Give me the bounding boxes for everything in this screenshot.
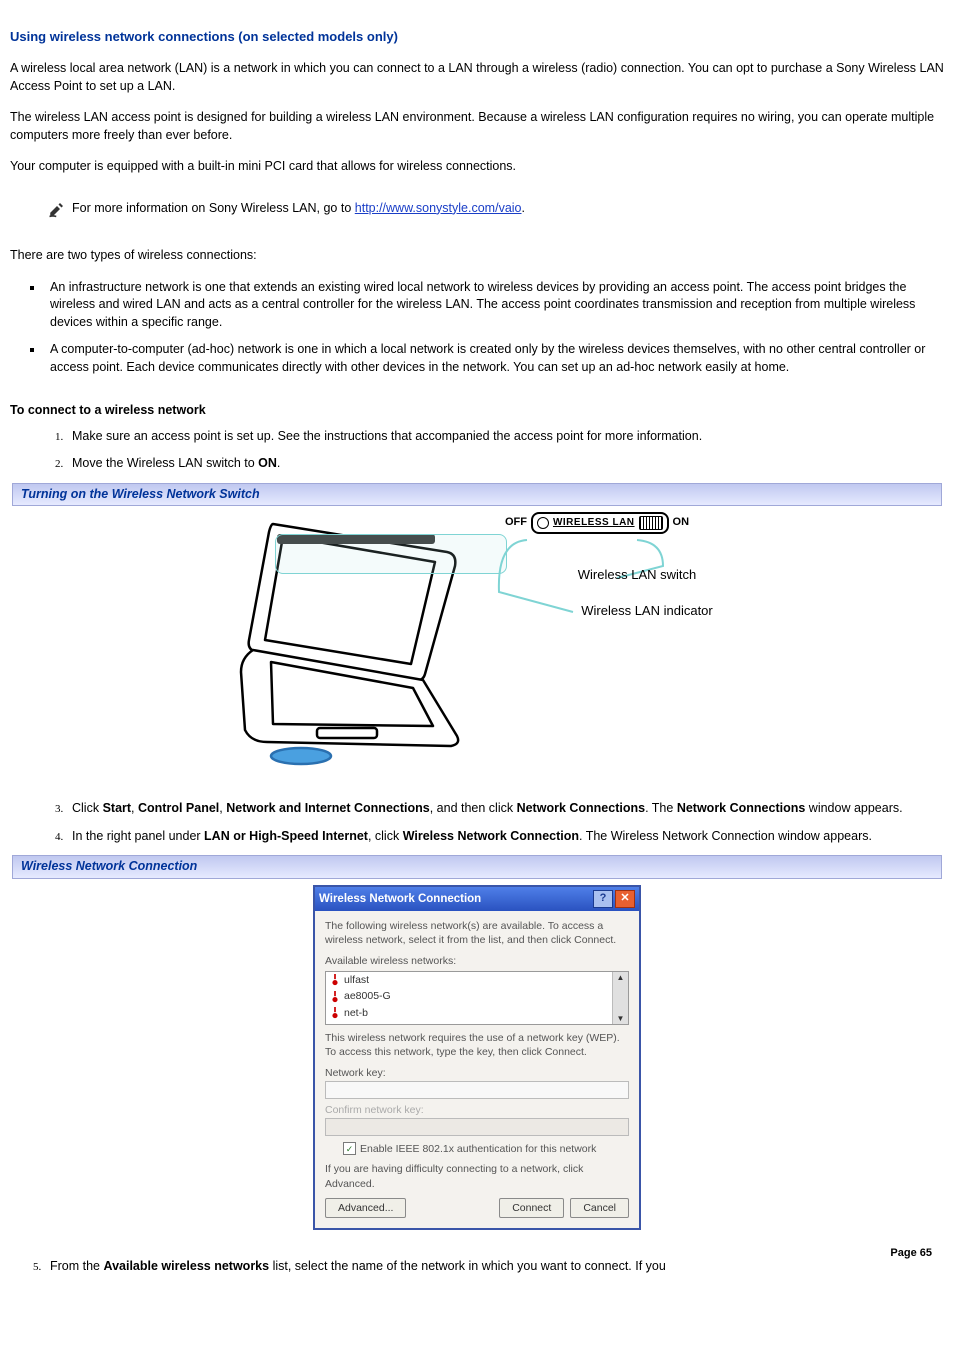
network-row[interactable]: net-b (326, 1005, 628, 1022)
confirm-key-label: Confirm network key: (325, 1103, 629, 1118)
paragraph: The wireless LAN access point is designe… (10, 109, 944, 144)
help-button[interactable]: ? (593, 890, 613, 908)
ieee-checkbox-row[interactable]: ✓ Enable IEEE 802.1x authentication for … (343, 1142, 629, 1157)
scroll-up-icon[interactable]: ▲ (617, 972, 625, 983)
callout-switch-label: Wireless LAN switch (547, 566, 727, 584)
step-list-2: Click Start, Control Panel, Network and … (10, 800, 944, 845)
callout-lines (477, 532, 717, 652)
switch-text: WIRELESS LAN (553, 516, 635, 530)
bullet-list: An infrastructure network is one that ex… (10, 279, 944, 377)
pencil-note-icon (48, 200, 66, 224)
step-item: In the right panel under LAN or High-Spe… (66, 828, 944, 846)
note-link[interactable]: http://www.sonystyle.com/vaio (355, 201, 522, 215)
led-icon (537, 517, 549, 529)
wep-message: This wireless network requires the use o… (325, 1031, 629, 1060)
list-item: A computer-to-computer (ad-hoc) network … (44, 341, 944, 376)
connect-button[interactable]: Connect (499, 1198, 564, 1219)
step-item: From the Available wireless networks lis… (44, 1258, 944, 1276)
wireless-connection-dialog: Wireless Network Connection ? ✕ The foll… (313, 885, 641, 1231)
dialog-titlebar: Wireless Network Connection ? ✕ (315, 887, 639, 911)
note-text: For more information on Sony Wireless LA… (72, 200, 525, 218)
switch-detail: OFF WIRELESS LAN ON (477, 512, 717, 534)
step-item: Move the Wireless LAN switch to ON. (66, 455, 944, 473)
procedure-heading: To connect to a wireless network (10, 402, 944, 420)
page-number: Page 65 (890, 1246, 932, 1261)
wireless-switch: WIRELESS LAN (531, 512, 669, 534)
available-networks-list[interactable]: ulfast ae8005-G net-b ▲▼ (325, 971, 629, 1025)
advanced-button[interactable]: Advanced... (325, 1198, 406, 1219)
paragraph: A wireless local area network (LAN) is a… (10, 60, 944, 95)
network-key-input[interactable] (325, 1081, 629, 1099)
scroll-down-icon[interactable]: ▼ (617, 1013, 625, 1024)
paragraph: Your computer is equipped with a built-i… (10, 158, 944, 176)
slider-icon (639, 516, 663, 530)
off-label: OFF (505, 515, 527, 530)
network-row[interactable]: ulfast (326, 972, 628, 989)
paragraph: There are two types of wireless connecti… (10, 247, 944, 265)
step-list-3: From the Available wireless networks lis… (10, 1258, 944, 1276)
section-title: Using wireless network connections (on s… (10, 28, 944, 46)
figure-caption: Turning on the Wireless Network Switch (12, 483, 942, 507)
note-block: For more information on Sony Wireless LA… (48, 200, 944, 224)
help-message: If you are having difficulty connecting … (325, 1162, 629, 1191)
checkbox-label: Enable IEEE 802.1x authentication for th… (360, 1142, 596, 1157)
dialog-intro: The following wireless network(s) are av… (325, 919, 629, 948)
step-item: Make sure an access point is set up. See… (66, 428, 944, 446)
step-list-1: Make sure an access point is set up. See… (10, 428, 944, 473)
figure-wireless-switch: OFF WIRELESS LAN ON Wireless LAN switch … (10, 506, 944, 792)
callout-box (275, 534, 507, 574)
network-row[interactable]: ae8005-G (326, 988, 628, 1005)
checkbox-icon[interactable]: ✓ (343, 1142, 356, 1155)
callout-indicator-label: Wireless LAN indicator (547, 602, 747, 620)
close-button[interactable]: ✕ (615, 890, 635, 908)
on-label: ON (673, 515, 690, 530)
available-networks-label: Available wireless networks: (325, 954, 629, 969)
figure-dialog: Wireless Network Connection ? ✕ The foll… (10, 879, 944, 1251)
scrollbar[interactable]: ▲▼ (612, 972, 628, 1024)
dialog-title: Wireless Network Connection (319, 891, 481, 907)
network-key-label: Network key: (325, 1066, 629, 1081)
figure-caption: Wireless Network Connection (12, 855, 942, 879)
cancel-button[interactable]: Cancel (570, 1198, 629, 1219)
step-item: Click Start, Control Panel, Network and … (66, 800, 944, 818)
list-item: An infrastructure network is one that ex… (44, 279, 944, 332)
confirm-key-input (325, 1118, 629, 1136)
